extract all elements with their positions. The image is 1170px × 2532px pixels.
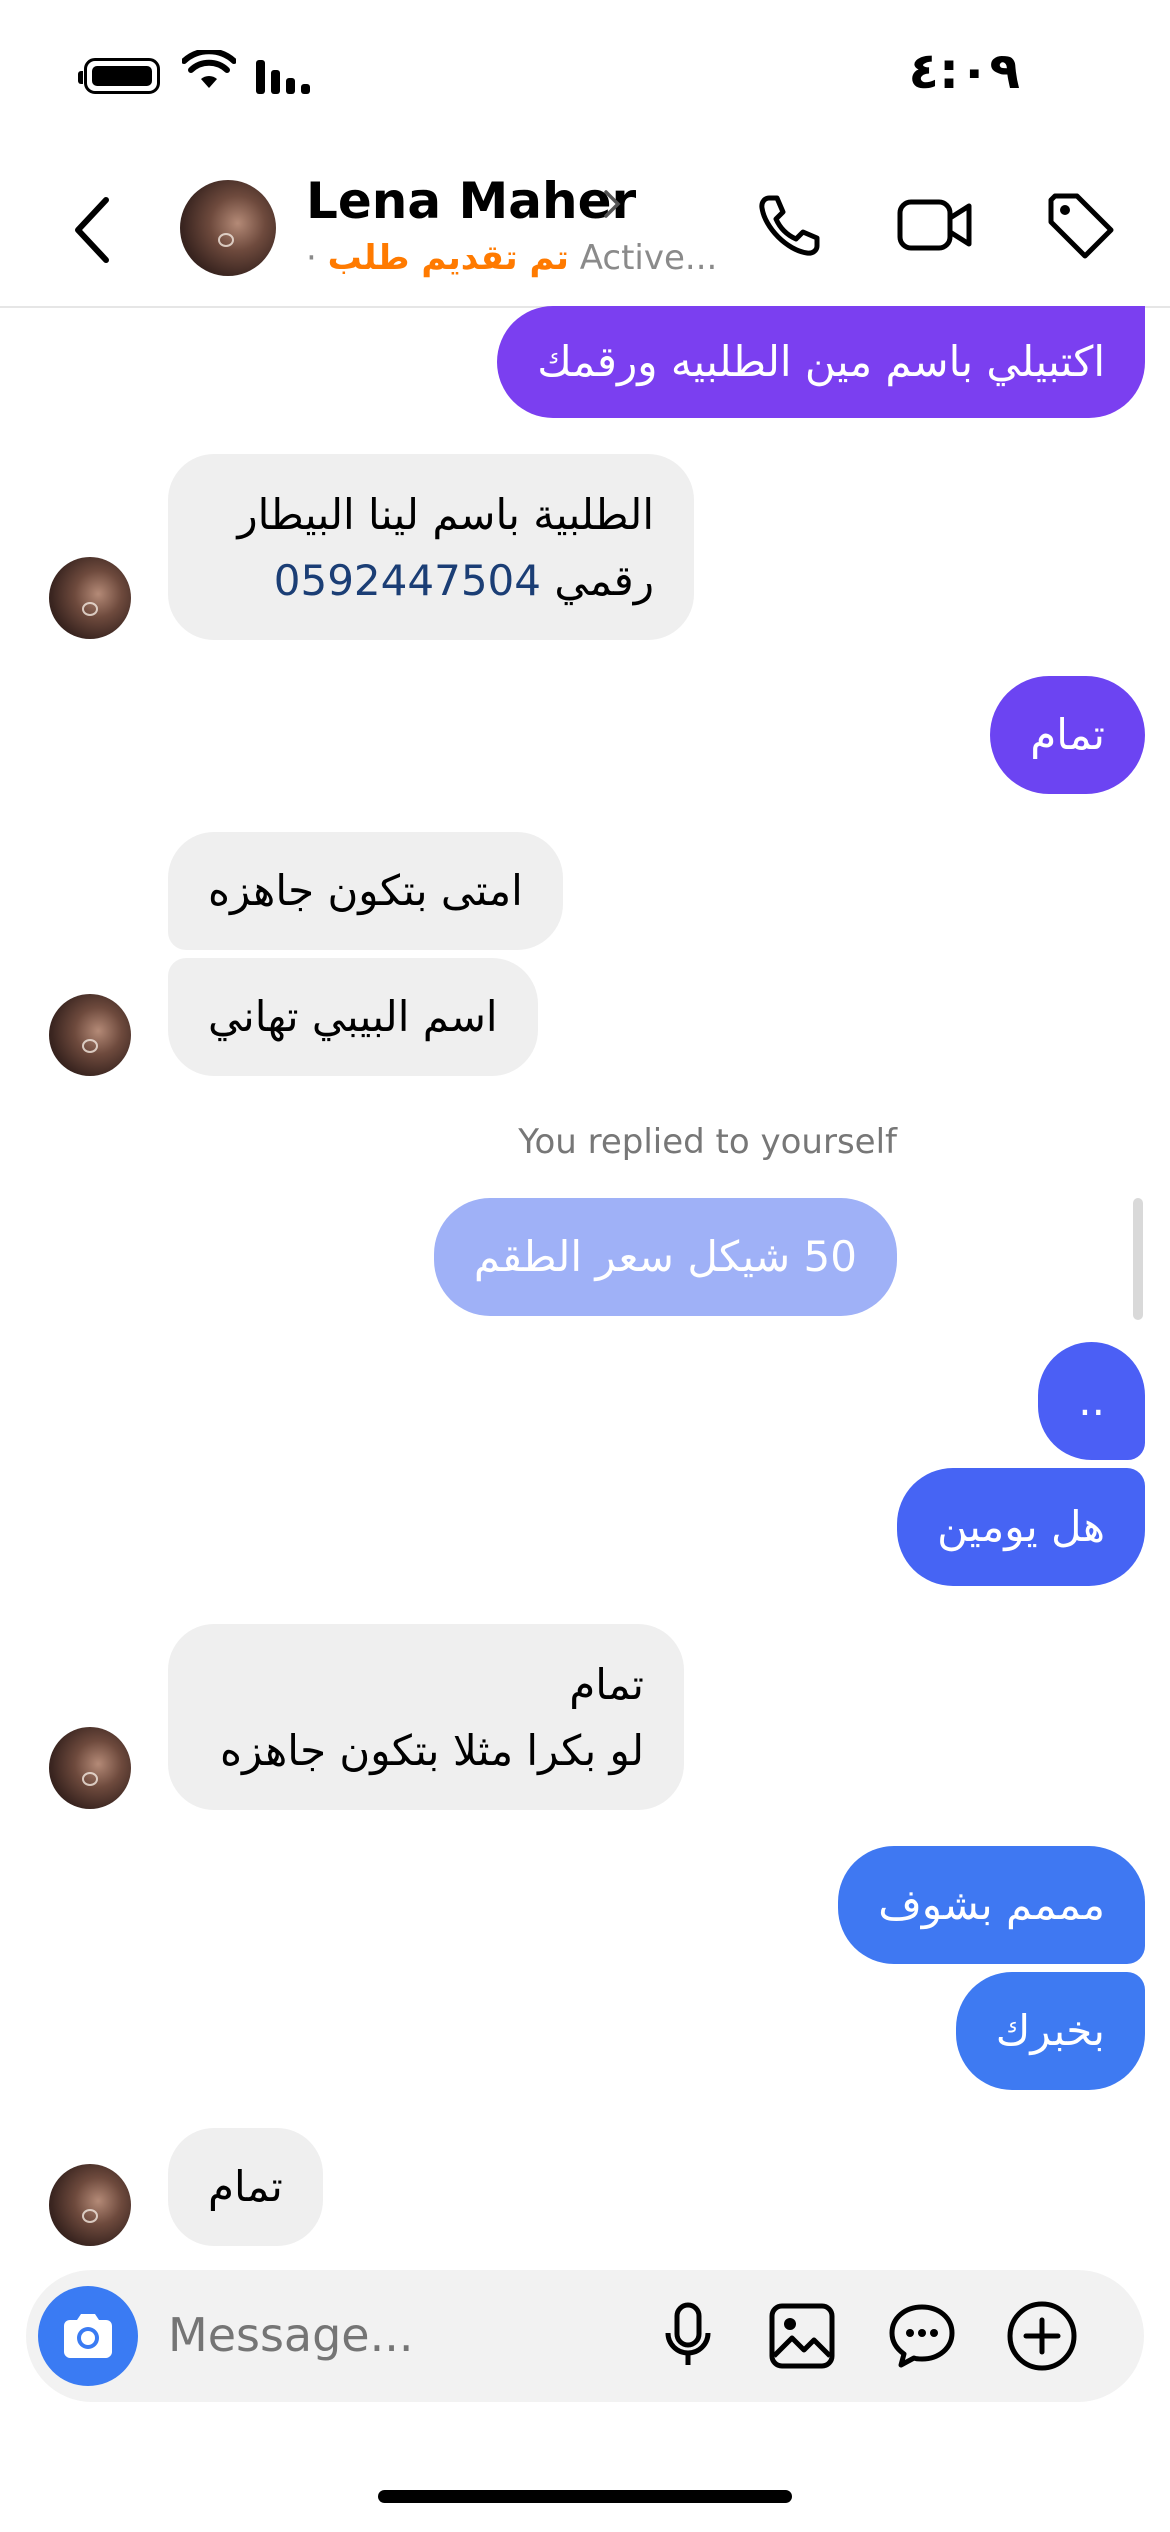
separator-dot: · [306,238,317,278]
status-bar: ٤:٠٩ [0,0,1170,150]
gallery-button[interactable] [760,2294,844,2378]
outgoing-message[interactable]: .. [1038,1342,1145,1460]
contact-name[interactable]: Lena Maher [306,172,636,230]
chat-header: Lena Maher · تم تقديم طلب Active... [0,150,1170,308]
gallery-icon [769,2303,835,2369]
video-call-button[interactable] [890,180,980,270]
incoming-message[interactable]: تمام [168,2128,323,2246]
camera-icon [64,2314,112,2358]
audio-call-button[interactable] [745,180,835,270]
camera-button[interactable] [38,2286,138,2386]
message-line: رقمي 0592447504 [208,548,654,614]
message-input[interactable] [168,2308,628,2362]
outgoing-message[interactable]: بخبرك [955,1972,1145,2090]
message-line: لو بكرا مثلا بتكون جاهزه [219,1726,644,1775]
home-indicator[interactable] [378,2490,792,2503]
plus-icon [1007,2301,1077,2371]
tag-icon [1048,193,1114,259]
incoming-message[interactable]: تمام لو بكرا مثلا بتكون جاهزه [168,1624,684,1810]
phone-icon [759,195,820,256]
message-line: تمام [569,1660,644,1709]
video-icon [897,199,972,251]
phone-number-link[interactable]: 0592447504 [274,556,541,605]
outgoing-message[interactable]: اكتبيلي باسم مين الطلبيه ورقمك [497,306,1145,418]
incoming-message[interactable]: الطلبية باسم لينا البيطار رقمي 059244750… [168,454,694,640]
scrollbar[interactable] [1133,1198,1143,1320]
outgoing-message[interactable]: مممم بشوف [838,1846,1145,1964]
wifi-icon [182,50,236,88]
avatar[interactable] [49,2164,131,2246]
message-composer [26,2270,1144,2402]
label-button[interactable] [1035,180,1125,270]
reply-context-label: You replied to yourself [518,1122,897,1162]
sticker-icon [889,2304,955,2368]
chevron-right-icon[interactable] [600,186,624,222]
incoming-message[interactable]: امتى بتكون جاهزه [168,832,563,950]
outgoing-message[interactable]: هل يومين [897,1468,1145,1586]
active-status: Active... [579,238,718,278]
incoming-message[interactable]: اسم البيبي تهاني [168,958,538,1076]
avatar[interactable] [49,1727,131,1809]
sticker-button[interactable] [880,2294,964,2378]
microphone-icon [665,2302,711,2365]
quoted-message[interactable]: 50 شيكل سعر الطقم [433,1198,897,1316]
avatar[interactable] [180,180,276,276]
outgoing-message[interactable]: تمام [990,676,1145,794]
avatar[interactable] [49,994,131,1076]
clock: ٤:٠٩ [908,42,1020,100]
avatar[interactable] [49,557,131,639]
message-text: رقمي [554,556,654,605]
signal-icon [256,60,310,94]
voice-message-button[interactable] [646,2294,730,2378]
message-line: الطلبية باسم لينا البيطار [237,490,654,539]
back-icon[interactable] [62,190,122,270]
contact-subtitle: · تم تقديم طلب Active... [306,238,717,278]
battery-icon [78,58,160,94]
order-tag-label: تم تقديم طلب [327,238,569,278]
more-actions-button[interactable] [1000,2294,1084,2378]
